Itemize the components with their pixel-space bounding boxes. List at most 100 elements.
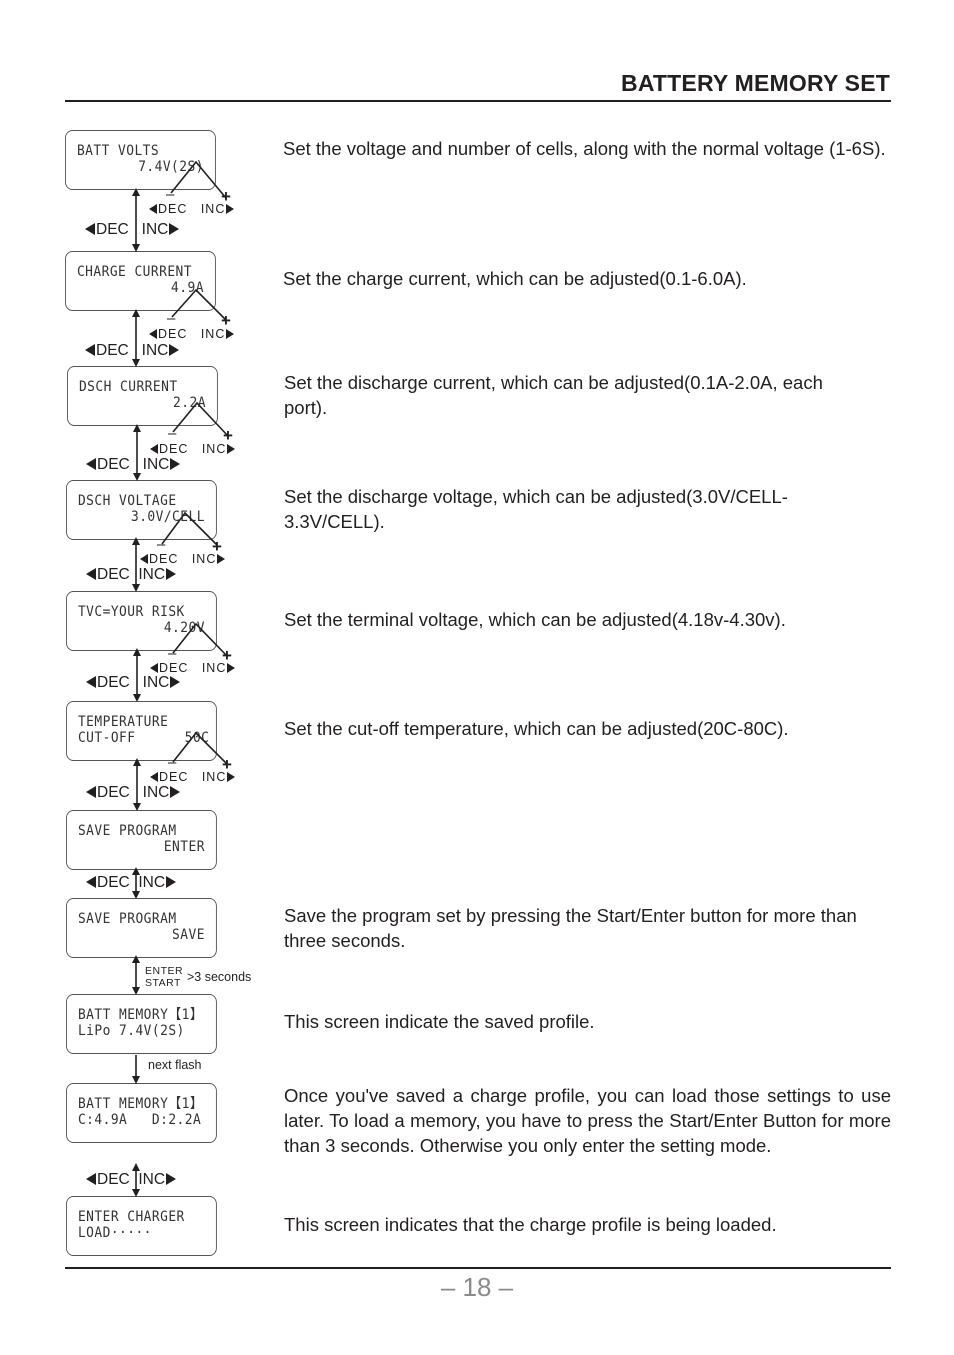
- triangle-right-icon: [169, 223, 180, 235]
- lcd-line1: BATT MEMORY【1】: [77, 1007, 204, 1023]
- triangle-left-icon: [86, 876, 96, 888]
- screen-dec-inc: DEC INC: [86, 874, 177, 892]
- lcd-line2: LiPo 7.4V(2S): [77, 1023, 185, 1039]
- dec-label: DEC: [159, 661, 189, 675]
- lcd-line2: CUT-OFF 50C: [77, 730, 210, 746]
- screen-dec-inc: DEC INC: [86, 784, 181, 802]
- header-rule: [65, 100, 891, 102]
- description-loading: This screen indicates that the charge pr…: [284, 1214, 777, 1235]
- page-number: – 18 –: [440, 1272, 514, 1302]
- lcd-batt-memory-values: BATT MEMORY【1】 C:4.9A D:2.2A: [66, 1083, 217, 1143]
- lcd-batt-volts: BATT VOLTS 7.4V(2S): [65, 130, 216, 190]
- triangle-left-icon: [85, 223, 95, 235]
- inc-label: INC: [138, 566, 166, 583]
- inc-label: INC: [201, 661, 227, 675]
- triangle-right-icon: [169, 344, 180, 356]
- description-dsch-voltage: Set the discharge voltage, which can be …: [284, 486, 788, 532]
- lcd-line2: ENTER: [163, 839, 205, 855]
- triangle-left-icon: [86, 458, 96, 470]
- description-dsch-current: Set the discharge current, which can be …: [284, 372, 823, 418]
- triangle-right-icon: [166, 876, 177, 888]
- lcd-charge-current: CHARGE CURRENT 4.9A: [65, 251, 216, 311]
- triangle-left-icon: [150, 663, 158, 673]
- inc-label: INC: [142, 674, 170, 691]
- description-save-program: Save the program set by pressing the Sta…: [284, 905, 857, 951]
- dec-label: DEC: [158, 202, 188, 216]
- footer-rule: [65, 1267, 891, 1269]
- inc-label: INC: [191, 552, 217, 566]
- minus-sign: –: [168, 425, 177, 442]
- triangle-left-icon: [86, 1173, 96, 1185]
- dec-label: DEC: [97, 566, 130, 583]
- lcd-line2: SAVE: [172, 927, 205, 943]
- lcd-line2: 4.20V: [163, 620, 205, 636]
- screen-dec-inc: DEC INC: [86, 1171, 177, 1189]
- lcd-temperature-cutoff: TEMPERATURE CUT-OFF 50C: [66, 701, 217, 761]
- triangle-right-icon: [226, 329, 235, 339]
- lcd-enter-charger-load: ENTER CHARGER LOAD·····: [66, 1196, 217, 1256]
- value-dec-inc: DEC INC: [150, 770, 236, 784]
- lcd-line1: ENTER CHARGER: [77, 1209, 185, 1225]
- lcd-line1: SAVE PROGRAM: [77, 823, 177, 839]
- hold-duration: >3 seconds: [187, 970, 252, 984]
- screen-dec-inc: DEC INC: [86, 566, 177, 584]
- triangle-right-icon: [170, 786, 181, 798]
- lcd-line1: BATT VOLTS: [76, 143, 160, 159]
- dec-label: DEC: [96, 342, 129, 359]
- triangle-right-icon: [227, 444, 236, 454]
- lcd-line1: SAVE PROGRAM: [77, 911, 177, 927]
- value-dec-inc: DEC INC: [150, 661, 236, 675]
- lcd-batt-memory-saved: BATT MEMORY【1】 LiPo 7.4V(2S): [66, 994, 217, 1054]
- minus-sign: –: [168, 645, 177, 662]
- start-label: START: [145, 977, 181, 989]
- triangle-left-icon: [150, 772, 158, 782]
- screen-dec-inc: DEC INC: [86, 674, 181, 692]
- lcd-line1: TVC=YOUR RISK: [77, 604, 185, 620]
- triangle-left-icon: [86, 676, 96, 688]
- description-load-memory: Once you've saved a charge profile, you …: [284, 1085, 891, 1156]
- triangle-left-icon: [86, 568, 96, 580]
- triangle-left-icon: [149, 204, 157, 214]
- screen-dec-inc: DEC INC: [86, 456, 181, 474]
- enter-start-label: ENTER START: [145, 965, 183, 989]
- inc-label: INC: [200, 327, 226, 341]
- dec-label: DEC: [97, 874, 130, 891]
- description-tvc: Set the terminal voltage, which can be a…: [284, 609, 786, 630]
- dec-label: DEC: [159, 442, 189, 456]
- triangle-right-icon: [170, 458, 181, 470]
- lcd-tvc: TVC=YOUR RISK 4.20V: [66, 591, 217, 651]
- triangle-right-icon: [227, 663, 236, 673]
- lcd-dsch-voltage: DSCH VOLTAGE 3.0V/CELL: [66, 480, 217, 540]
- next-flash-label: next flash: [148, 1058, 202, 1072]
- value-dec-inc: DEC INC: [150, 442, 236, 456]
- lcd-line1: BATT MEMORY【1】: [77, 1096, 204, 1112]
- lcd-line2: C:4.9A D:2.2A: [77, 1112, 202, 1128]
- lcd-line2: 7.4V(2S): [138, 159, 204, 175]
- lcd-line2: 3.0V/CELL: [130, 509, 205, 525]
- lcd-line2: 2.2A: [173, 395, 206, 411]
- dec-label: DEC: [159, 770, 189, 784]
- lcd-save-program-save: SAVE PROGRAM SAVE: [66, 898, 217, 958]
- triangle-right-icon: [226, 204, 235, 214]
- inc-label: INC: [201, 770, 227, 784]
- inc-label: INC: [142, 456, 170, 473]
- dec-label: DEC: [97, 784, 130, 801]
- description-temperature: Set the cut-off temperature, which can b…: [284, 718, 789, 739]
- lcd-line1: TEMPERATURE: [77, 714, 169, 730]
- inc-label: INC: [138, 1171, 166, 1188]
- triangle-right-icon: [227, 772, 236, 782]
- dec-label: DEC: [149, 552, 179, 566]
- value-dec-inc: DEC INC: [149, 202, 235, 216]
- dec-label: DEC: [97, 1171, 130, 1188]
- value-dec-inc: DEC INC: [140, 552, 226, 566]
- inc-label: INC: [138, 874, 166, 891]
- minus-sign: –: [167, 310, 176, 327]
- description-batt-volts: Set the voltage and number of cells, alo…: [283, 138, 886, 159]
- inc-label: INC: [142, 784, 170, 801]
- dec-label: DEC: [96, 221, 129, 238]
- triangle-left-icon: [149, 329, 157, 339]
- triangle-left-icon: [86, 786, 96, 798]
- enter-label: ENTER: [145, 965, 184, 977]
- triangle-right-icon: [170, 676, 181, 688]
- screen-dec-inc: DEC INC: [85, 342, 180, 360]
